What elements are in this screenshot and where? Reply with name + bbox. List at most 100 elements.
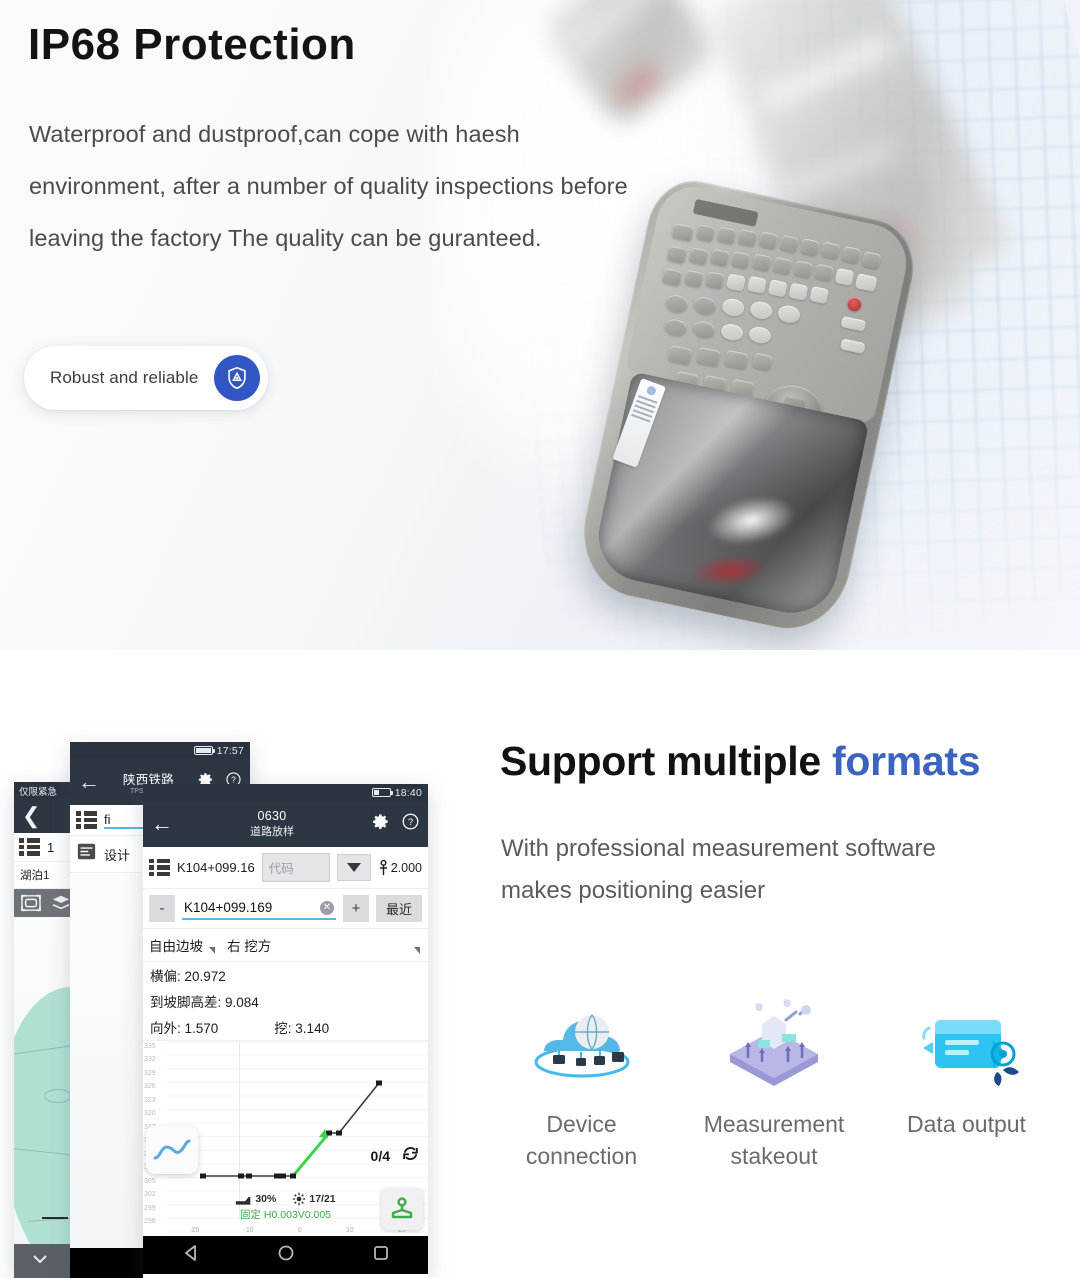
chevron-left-icon[interactable]: ❮ <box>22 805 40 827</box>
battery-icon <box>371 788 393 797</box>
back-arrow-icon[interactable]: ← <box>78 771 100 793</box>
y-tick: 305 <box>144 1178 156 1185</box>
y-tick: 326 <box>144 1083 156 1090</box>
readout-offset: 横偏: 20.972 <box>143 962 428 988</box>
x-tick: 0 <box>297 1227 302 1234</box>
series-design-surface <box>203 1082 380 1177</box>
phone-screenshot-front: 18:40 ← 0630 道路放样 ? K104+099.16 代码 2.000… <box>143 784 428 1278</box>
feature-label: Device connection <box>494 1108 669 1172</box>
data-output-icon <box>879 990 1054 1094</box>
readout-outward-label: 向外: 1.570 <box>150 1021 219 1036</box>
hero-section: IP68 Protection Waterproof and dustproof… <box>0 0 1080 650</box>
battery-icon <box>193 746 215 755</box>
design-icon <box>76 842 97 866</box>
refresh-icon[interactable] <box>401 1144 420 1168</box>
station-short-value: K104+099.16 <box>177 860 255 875</box>
app-bar-actions: ? <box>371 812 420 836</box>
feature-label: Data output <box>879 1108 1054 1140</box>
curve-thumbnail-icon[interactable] <box>146 1126 198 1174</box>
x-tick: -20 <box>189 1227 200 1234</box>
y-tick: 323 <box>144 1097 156 1104</box>
y-tick: 335 <box>144 1043 156 1050</box>
chevron-down-icon <box>346 863 361 872</box>
satellite-count: 17/21 <box>309 1193 336 1205</box>
app-bar-titles: 0630 道路放样 <box>173 809 371 839</box>
feature-list: Device connection Measurement stakeout D… <box>494 990 1054 1172</box>
app-bar: ← 0630 道路放样 ? <box>143 801 428 847</box>
station-input-row: - K104+099.169 ✕ + 最近 <box>143 889 428 929</box>
screen-reflection <box>688 551 770 590</box>
clock-label: 18:40 <box>394 786 422 799</box>
series-current-segment <box>291 1132 331 1177</box>
list-icon <box>19 838 40 856</box>
feature-measurement-stakeout[interactable]: Measurement stakeout <box>687 990 862 1172</box>
clock-label: 17:57 <box>216 744 244 757</box>
feature-label-line2: connection <box>525 1143 638 1169</box>
slope-selector-row: 自由边坡 右 挖方 <box>143 929 428 962</box>
list-icon <box>76 811 97 829</box>
station-code-row: K104+099.16 代码 2.000 <box>143 847 428 889</box>
increment-button[interactable]: + <box>343 895 369 922</box>
decrement-button[interactable]: - <box>149 895 175 922</box>
product-feature-page: IP68 Protection Waterproof and dustproof… <box>0 0 1080 1278</box>
feature-label-line1: Device <box>546 1111 617 1137</box>
robust-reliable-badge[interactable]: Robust and reliable <box>24 346 269 410</box>
battery-percent: 30% <box>255 1193 277 1205</box>
station-input[interactable]: K104+099.169 ✕ <box>182 897 336 920</box>
feature-label-line1: Data output <box>907 1111 1026 1137</box>
battery-status: 30% <box>235 1193 276 1205</box>
recents-square-icon[interactable] <box>372 1244 390 1267</box>
badge-label: Robust and reliable <box>50 368 199 387</box>
feature-data-output[interactable]: Data output <box>879 990 1054 1172</box>
help-icon[interactable]: ? <box>401 812 420 836</box>
chevron-down-icon[interactable] <box>32 1252 48 1270</box>
y-tick: 332 <box>144 1056 156 1063</box>
slope-mode-select[interactable]: 自由边坡 <box>149 935 217 955</box>
readout-toe-height-label: 到坡脚高差: 9.084 <box>150 995 259 1010</box>
feature-label-line1: Measurement <box>703 1111 845 1137</box>
code-input[interactable]: 代码 <box>261 853 330 882</box>
readout-cut-label: 挖: 3.140 <box>274 1021 330 1036</box>
feature-device-connection[interactable]: Device connection <box>494 990 669 1172</box>
app-title: 0630 <box>257 809 287 823</box>
cut-side-select[interactable]: 右 挖方 <box>227 935 422 955</box>
readout-toe-height: 到坡脚高差: 9.084 <box>143 988 428 1014</box>
x-tick: 10 <box>346 1227 354 1234</box>
crosshair-icon[interactable] <box>20 894 42 912</box>
readout-offset-label: 横偏: 20.972 <box>150 969 226 984</box>
status-bar: 17:57 <box>70 742 250 759</box>
device-connection-icon <box>494 990 669 1094</box>
list-icon[interactable] <box>149 858 170 877</box>
feature-label-line2: stakeout <box>730 1143 818 1169</box>
recent-button[interactable]: 最近 <box>376 895 422 922</box>
clear-circle-icon[interactable]: ✕ <box>320 900 334 915</box>
antenna-height-value: 2.000 <box>390 860 422 875</box>
y-tick: 329 <box>144 1070 156 1077</box>
x-tick: -10 <box>243 1227 254 1234</box>
stakeout-icon[interactable] <box>381 1188 423 1230</box>
y-tick: 320 <box>144 1110 156 1117</box>
antenna-height-display: 2.000 <box>378 859 422 876</box>
home-circle-icon[interactable] <box>277 1244 295 1267</box>
back-triangle-icon[interactable] <box>182 1244 200 1267</box>
measurement-stakeout-icon <box>687 990 862 1094</box>
system-nav-bar <box>143 1236 428 1274</box>
code-dropdown-button[interactable] <box>336 854 371 881</box>
gear-icon[interactable] <box>371 812 390 836</box>
svg-text:?: ? <box>408 817 413 828</box>
layers-icon[interactable] <box>50 894 72 912</box>
back-arrow-icon[interactable]: ← <box>151 813 173 835</box>
support-title: Support multiple formats <box>500 738 981 785</box>
satellite-status: 17/21 <box>292 1192 336 1206</box>
screen-glare <box>702 488 800 553</box>
cross-section-chart[interactable]: 335 332 329 326 323 320 317 314 311 308 … <box>143 1040 428 1236</box>
emergency-only-label: 仅限紧急 <box>19 786 58 798</box>
battery-icon <box>236 1196 251 1205</box>
satellite-icon <box>293 1192 306 1206</box>
antenna-height-icon <box>379 859 387 875</box>
readout-outward: 向外: 1.570 挖: 3.140 <box>143 1014 428 1040</box>
stakeout-progress: 0/4 <box>370 1148 390 1164</box>
status-bar: 18:40 <box>143 784 428 801</box>
shield-check-icon <box>214 355 261 401</box>
feature-label: Measurement stakeout <box>687 1108 862 1172</box>
